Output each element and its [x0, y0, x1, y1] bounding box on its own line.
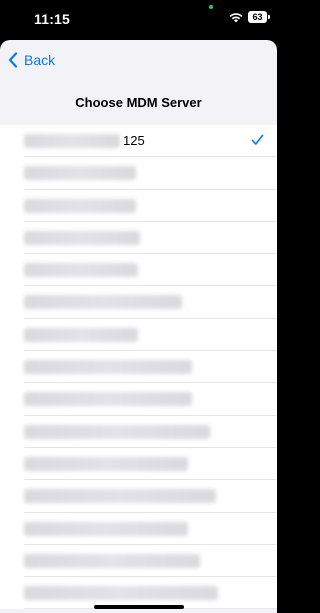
- server-row[interactable]: [0, 286, 277, 320]
- server-row[interactable]: [0, 448, 277, 481]
- server-row[interactable]: [0, 319, 277, 352]
- battery-level: 63: [252, 12, 263, 22]
- server-row[interactable]: [0, 480, 277, 513]
- redacted-server-name: [24, 230, 140, 245]
- wifi-icon: [229, 13, 243, 23]
- chevron-left-icon: [8, 52, 18, 68]
- server-row[interactable]: [0, 416, 277, 449]
- server-row[interactable]: [0, 351, 277, 384]
- server-row[interactable]: 125: [0, 125, 277, 158]
- redacted-server-name: [24, 327, 138, 342]
- redacted-server-name: [24, 586, 218, 601]
- home-indicator: [94, 605, 184, 609]
- redacted-server-name: [24, 456, 188, 471]
- server-row[interactable]: [0, 222, 277, 255]
- redacted-server-name: [24, 295, 182, 310]
- redacted-server-name: [24, 553, 200, 568]
- redacted-server-name: [24, 198, 136, 213]
- back-label: Back: [24, 52, 56, 68]
- server-row[interactable]: [0, 513, 277, 546]
- redacted-server-name: [24, 424, 210, 439]
- page-title: Choose MDM Server: [75, 95, 202, 110]
- server-row[interactable]: [0, 545, 277, 578]
- server-row[interactable]: [0, 254, 277, 287]
- redacted-server-name: [24, 521, 188, 536]
- redacted-server-name: [24, 166, 136, 181]
- status-bar: 11:15 63: [0, 0, 277, 40]
- redacted-server-name: [24, 489, 216, 504]
- privacy-indicator-dot: [209, 5, 213, 9]
- redacted-server-name: [24, 134, 120, 148]
- server-name-suffix: 125: [123, 133, 145, 148]
- redacted-server-name: [24, 360, 192, 375]
- server-row[interactable]: [0, 190, 277, 223]
- server-list: 125: [0, 125, 277, 610]
- battery-icon: 63: [248, 11, 270, 23]
- mdm-server-sheet: Back Choose MDM Server 125: [0, 40, 277, 613]
- server-row[interactable]: [0, 383, 277, 416]
- redacted-server-name: [24, 263, 138, 278]
- back-button[interactable]: Back: [8, 52, 55, 68]
- redacted-server-name: [24, 392, 192, 407]
- status-time: 11:15: [34, 11, 71, 27]
- server-row[interactable]: [0, 157, 277, 190]
- checkmark-icon: [251, 134, 264, 145]
